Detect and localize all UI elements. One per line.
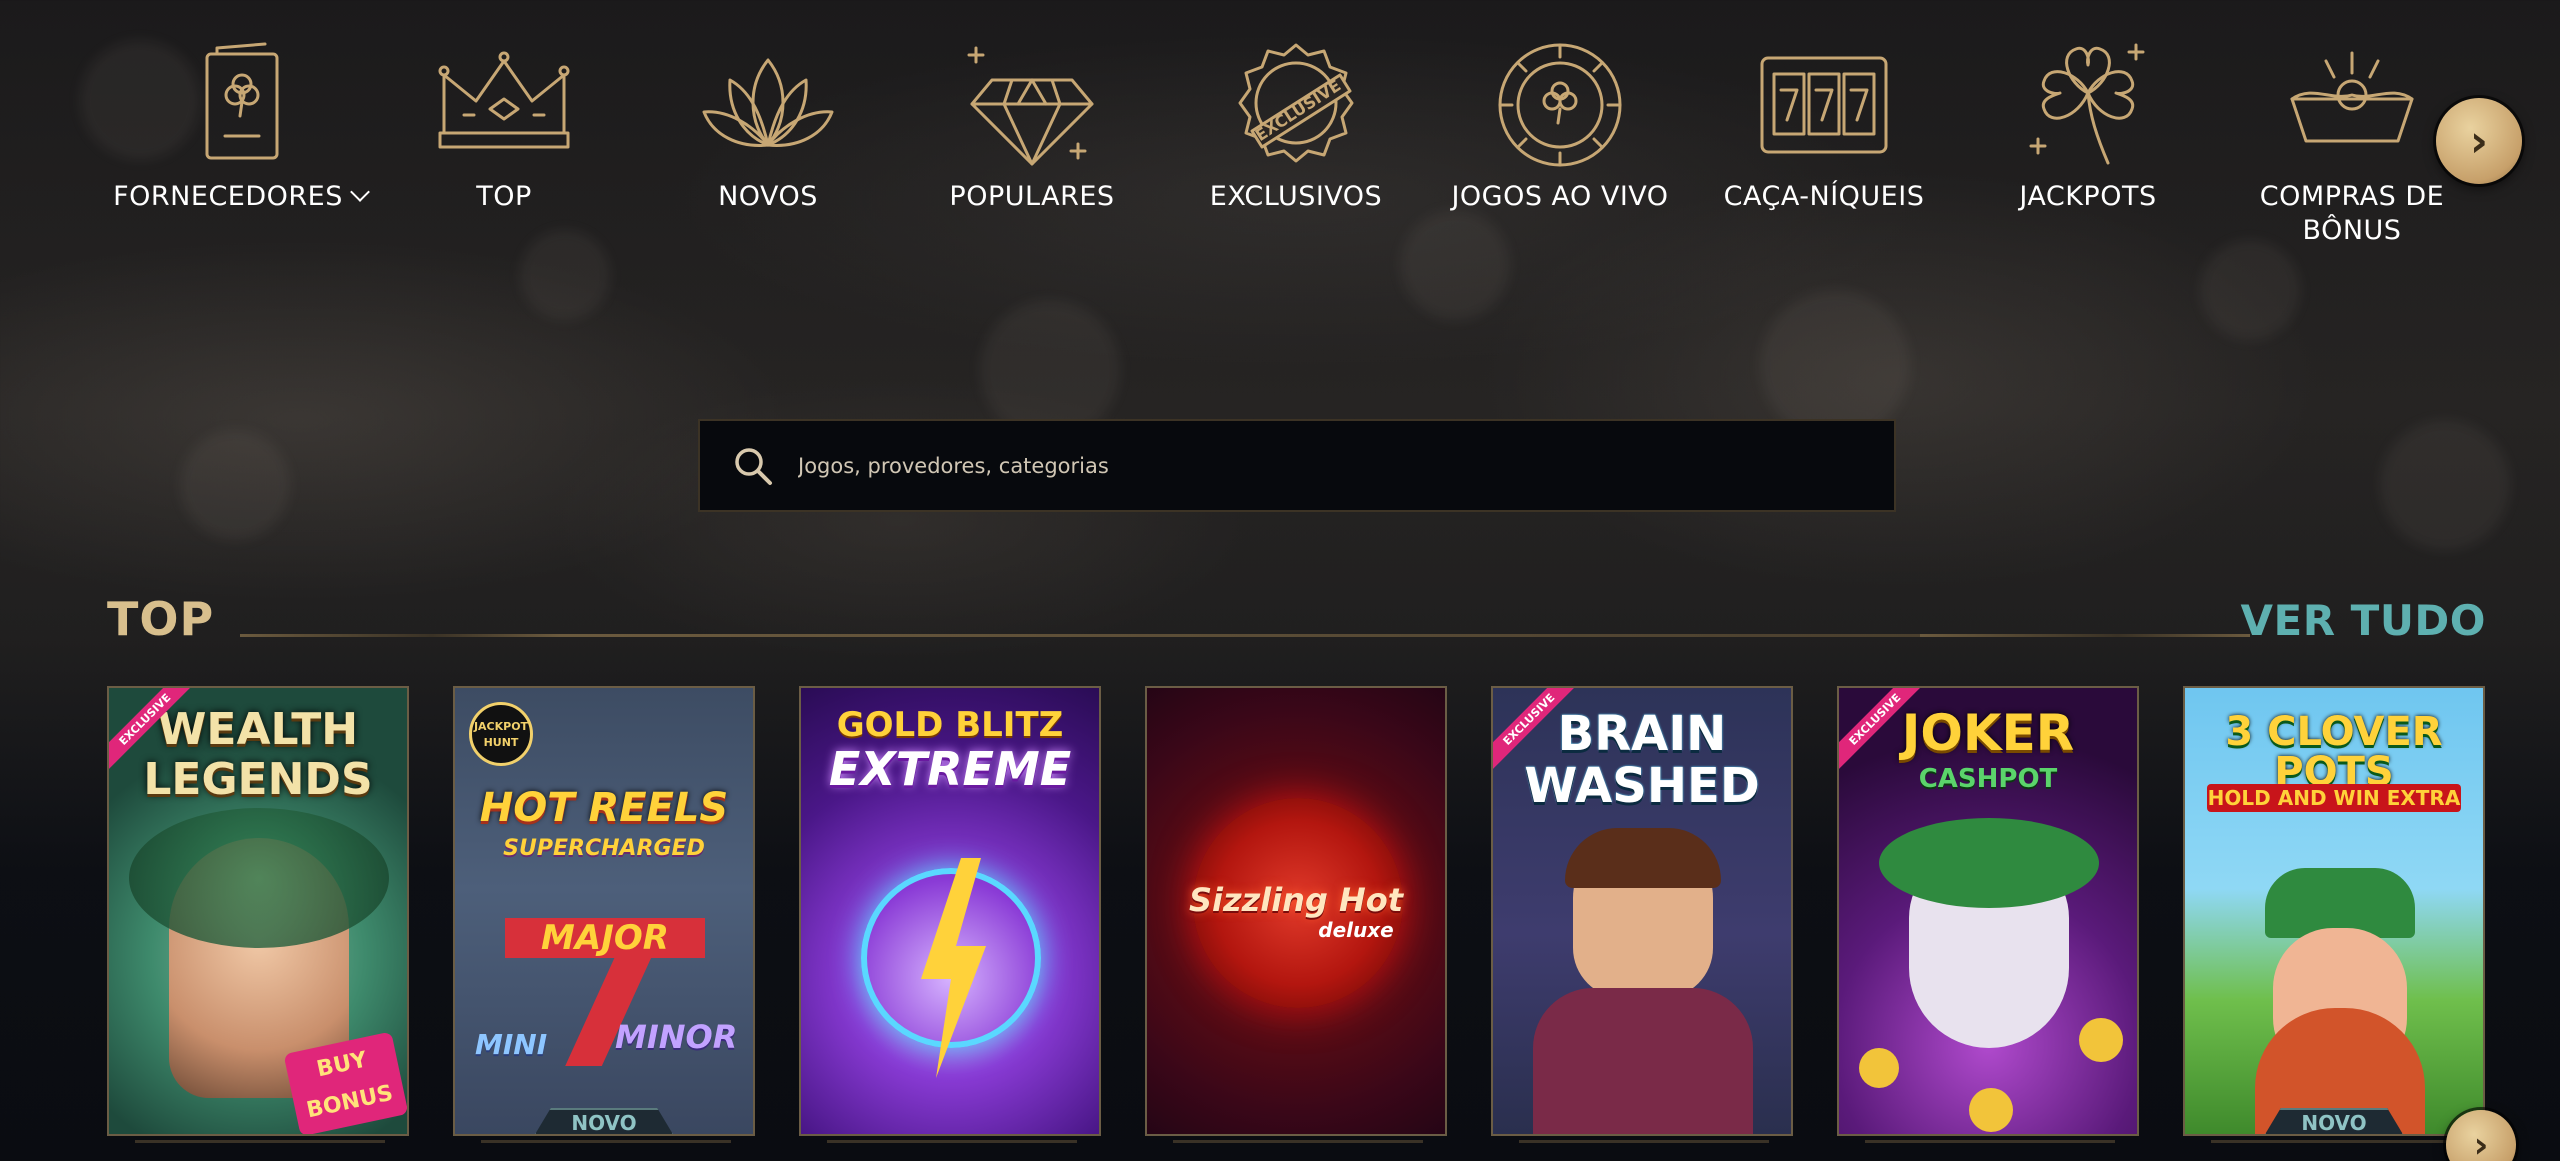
category-label: JOGOS AO VIVO [1451,181,1669,212]
chevron-right-icon: › [2473,1124,2489,1161]
character-suit [1533,988,1753,1134]
major-label: MAJOR [505,918,705,958]
game-title-line2: HOLD AND WIN EXTRA [2207,784,2461,812]
game-title-line1: Sizzling Hot [1188,881,1404,919]
game-tile-hot-reels[interactable]: JACKPOT HUNT HOT REELS SUPERCHARGED 7 MA… [453,686,755,1136]
category-caca-niqueis[interactable]: CAÇA-NÍQUEIS [1694,30,1954,280]
coin [1969,1088,2013,1132]
category-label: NOVOS [718,181,818,212]
tile-shelf [1865,1140,2115,1143]
roulette-chip-icon [1485,30,1635,180]
category-label: JACKPOTS [2019,181,2157,212]
game-tile-3-clover-pots[interactable]: 3 CLOVER POTS HOLD AND WIN EXTRA NOVO [2183,686,2485,1136]
category-label: CAÇA-NÍQUEIS [1723,181,1925,212]
game-tile-joker-cashpot[interactable]: JOKER CASHPOT EXCLUSIVE [1837,686,2139,1136]
game-title-line2: WASHED [1524,758,1760,814]
category-jackpots[interactable]: JACKPOTS [1958,30,2218,280]
exclusive-badge-icon: EXCLUSIVE [1221,30,1371,180]
search-bar [698,419,1896,512]
slot-777-icon [1749,30,1899,180]
view-all-link[interactable]: VER TUDO [2241,596,2486,645]
category-populares[interactable]: POPULARES [902,30,1162,280]
game-title-line1: 3 CLOVER POTS [2225,709,2443,795]
tile-shelf [1519,1140,1769,1143]
category-label: FORNECEDORES [113,181,343,212]
game-title-line1: HOT REELS [479,785,729,831]
gold-ingot-icon [2277,30,2427,180]
game-title-line2: LEGENDS [143,754,373,805]
game-title-line2: EXTREME [828,742,1072,796]
lotus-icon [693,30,843,180]
category-top[interactable]: TOP [374,30,634,280]
category-label: EXCLUSIVOS [1209,181,1383,212]
category-nav: FORNECEDORES TOP NOVOS POPULARES EXCLUSI… [110,30,2480,280]
game-title-line2: CASHPOT [1918,764,2058,794]
game-title-line1: GOLD BLITZ [836,705,1064,745]
snake-hair [129,808,389,948]
game-tile-brain-washed[interactable]: BRAIN WASHED EXCLUSIVE [1491,686,1793,1136]
game-tile-gold-blitz-extreme[interactable]: GOLD BLITZ EXTREME [799,686,1101,1136]
diamond-icon [957,30,1107,180]
game-title-line2: deluxe [1318,918,1394,942]
section-divider-right [1920,634,2250,637]
tile-shelf [135,1140,385,1143]
svg-text:EXCLUSIVE: EXCLUSIVE [1252,76,1344,145]
chevron-down-icon[interactable] [349,182,370,202]
section-divider [560,634,1920,637]
section-divider-left [240,634,560,637]
minor-label: MINOR [615,1018,738,1056]
game-tile-sizzling-hot-deluxe[interactable]: Sizzling Hot deluxe [1145,686,1447,1136]
game-tile-wealth-of-legends[interactable]: WEALTH LEGENDS BUY BONUS EXCLUSIVE [107,686,409,1136]
four-leaf-clover-icon [2013,30,2163,180]
section-title: TOP [107,592,215,646]
jackpot-hunt-badge: JACKPOT HUNT [469,702,533,766]
coin [1859,1048,1899,1088]
category-label: TOP [476,181,532,212]
search-input[interactable] [798,453,1798,478]
chevron-right-icon: › [2469,115,2489,167]
coin [2079,1018,2123,1062]
category-label: COMPRAS DE BÔNUS [2259,181,2445,246]
tile-shelf [481,1140,731,1143]
crown-icon [429,30,579,180]
game-title-line2: SUPERCHARGED [503,836,705,861]
tile-shelf [2211,1140,2461,1143]
category-fornecedores[interactable]: FORNECEDORES [110,30,370,280]
category-jogos-ao-vivo[interactable]: JOGOS AO VIVO [1430,30,1690,280]
search-icon [735,447,772,485]
novo-badge: NOVO [534,1108,674,1134]
mini-label: MINI [475,1028,548,1061]
joker-hat [1879,818,2099,908]
character-hair [1565,828,1721,888]
tile-shelf [1173,1140,1423,1143]
category-label: POPULARES [949,181,1115,212]
category-novos[interactable]: NOVOS [638,30,898,280]
category-nav-next-button[interactable]: › [2436,98,2522,184]
card-clover-icon [165,30,315,180]
tile-shelf [827,1140,1077,1143]
novo-badge: NOVO [2264,1108,2404,1134]
category-exclusivos[interactable]: EXCLUSIVE EXCLUSIVOS [1166,30,1426,280]
